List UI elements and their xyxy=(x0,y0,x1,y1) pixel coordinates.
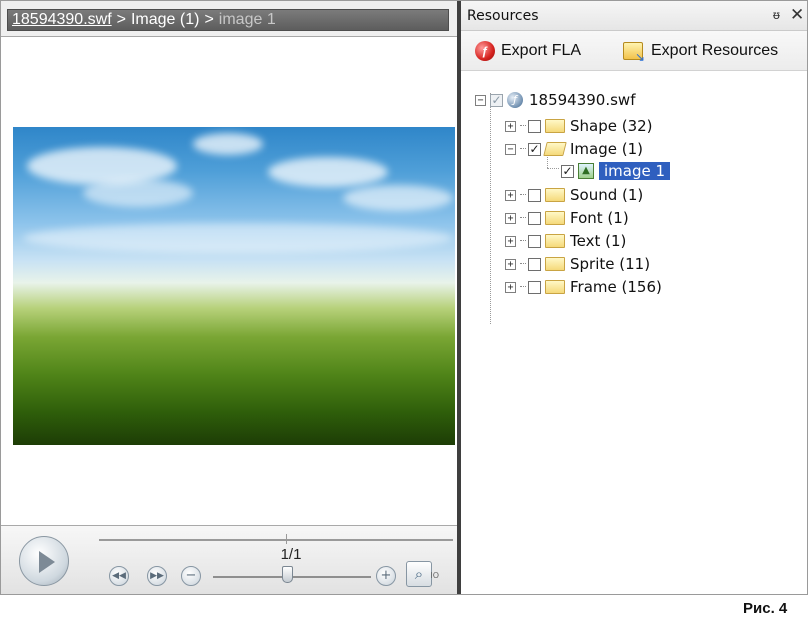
breadcrumb-item-image-folder[interactable]: Image (1) xyxy=(131,11,199,28)
tree-label-selected: image 1 xyxy=(599,162,671,180)
expand-icon[interactable]: + xyxy=(505,258,516,270)
checkbox[interactable] xyxy=(528,234,541,248)
tree-label: Image (1) xyxy=(570,140,643,158)
export-resources-label: Export Resources xyxy=(651,42,779,59)
checkbox[interactable] xyxy=(528,188,541,202)
tree-label: Font (1) xyxy=(570,209,629,227)
resources-toolbar: ƒ Export FLA Export Resources xyxy=(461,31,807,71)
tree-label: Sprite (11) xyxy=(570,255,651,273)
cloud-shape xyxy=(343,185,453,211)
expand-icon[interactable]: + xyxy=(505,235,516,247)
checkbox[interactable] xyxy=(528,280,541,294)
export-fla-button[interactable]: ƒ Export FLA xyxy=(475,39,581,63)
zoom-fit-icon[interactable]: ⌕ IO xyxy=(406,561,439,587)
folder-icon xyxy=(545,119,565,133)
resources-panel: Resources ᵿ ✕ ƒ Export FLA Export Resour… xyxy=(461,1,807,594)
figure-caption: Рис. 4 xyxy=(743,600,788,617)
cloud-shape xyxy=(83,179,193,207)
checkbox[interactable] xyxy=(528,119,541,133)
tree-row-font[interactable]: + Font (1) xyxy=(505,207,629,229)
next-frame-icon[interactable]: ▶▶ xyxy=(147,566,167,586)
tree-connector xyxy=(520,240,526,242)
tree-label: 18594390.swf xyxy=(529,91,636,109)
zoom-slider-thumb[interactable] xyxy=(282,566,293,583)
playback-controls: 1/1 ◀◀ ▶▶ − + ⌕ IO xyxy=(1,525,457,594)
root-checkbox[interactable]: ✓ xyxy=(490,93,503,107)
checkbox[interactable] xyxy=(528,257,541,271)
tree-row-sound[interactable]: + Sound (1) xyxy=(505,184,643,206)
breadcrumb-bar: 18594390.swf > Image (1) > image 1 xyxy=(1,1,457,37)
tree-row-shape[interactable]: + Shape (32) xyxy=(505,115,653,137)
previous-frame-icon[interactable]: ◀◀ xyxy=(109,566,129,586)
export-resources-icon xyxy=(623,42,645,64)
folder-icon xyxy=(545,211,565,225)
breadcrumb: 18594390.swf > Image (1) > image 1 xyxy=(7,9,449,31)
breadcrumb-separator: > xyxy=(116,11,126,28)
checkbox[interactable] xyxy=(528,211,541,225)
tree-connector xyxy=(520,148,526,150)
folder-icon xyxy=(545,280,565,294)
breadcrumb-item-current: image 1 xyxy=(218,11,276,28)
expand-icon[interactable]: + xyxy=(505,281,516,293)
preview-pane: 18594390.swf > Image (1) > image 1 1/1 ◀◀ ▶▶… xyxy=(1,1,457,594)
frame-counter: 1/1 xyxy=(280,546,302,563)
expand-icon[interactable]: + xyxy=(505,212,516,224)
expand-icon[interactable]: + xyxy=(505,189,516,201)
folder-icon xyxy=(545,257,565,271)
folder-icon xyxy=(545,188,565,202)
checkbox-checked[interactable]: ✓ xyxy=(528,142,541,156)
panel-header: Resources ᵿ ✕ xyxy=(461,1,807,31)
tree-connector xyxy=(520,125,526,127)
tree-row-frame[interactable]: + Frame (156) xyxy=(505,276,662,298)
tree-row-text[interactable]: + Text (1) xyxy=(505,230,626,252)
tree-connector xyxy=(520,263,526,265)
flash-export-icon: ƒ xyxy=(475,41,495,61)
tree-label: Frame (156) xyxy=(570,278,662,296)
play-button[interactable] xyxy=(19,536,69,586)
tree-connector xyxy=(520,217,526,219)
tree-connector xyxy=(520,286,526,288)
timeline-track[interactable] xyxy=(99,539,453,541)
export-resources-button[interactable]: Export Resources xyxy=(623,39,779,64)
tree-connector xyxy=(520,194,526,196)
tree-row-image-1[interactable]: ✓ ▲ image 1 xyxy=(561,160,671,182)
breadcrumb-separator: > xyxy=(204,11,214,28)
pin-icon[interactable]: ᵿ xyxy=(773,8,780,22)
export-fla-label: Export FLA xyxy=(501,42,582,59)
open-folder-icon xyxy=(543,142,567,156)
collapse-icon[interactable]: − xyxy=(475,94,486,106)
breadcrumb-item-swf[interactable]: 18594390.swf xyxy=(12,11,112,28)
tree-row-root[interactable]: − ✓ ƒ 18594390.swf xyxy=(475,89,635,111)
zoom-out-icon[interactable]: − xyxy=(181,566,201,586)
resource-tree: − ✓ ƒ 18594390.swf + Shape (32) − ✓ Imag… xyxy=(461,73,807,373)
cloud-shape xyxy=(23,223,453,253)
image-preview-area xyxy=(13,45,455,523)
expand-icon[interactable]: + xyxy=(505,120,516,132)
close-icon[interactable]: ✕ xyxy=(790,5,804,25)
tree-row-sprite[interactable]: + Sprite (11) xyxy=(505,253,650,275)
panel-title: Resources xyxy=(467,8,539,24)
tree-label: Sound (1) xyxy=(570,186,644,204)
folder-icon xyxy=(545,234,565,248)
image-file-icon: ▲ xyxy=(578,163,594,179)
tree-label: Text (1) xyxy=(570,232,627,250)
tree-guide-line xyxy=(490,93,492,324)
tree-row-image-folder[interactable]: − ✓ Image (1) xyxy=(505,138,643,160)
checkbox-checked[interactable]: ✓ xyxy=(561,164,574,178)
cloud-shape xyxy=(268,157,388,187)
tree-label: Shape (32) xyxy=(570,117,653,135)
timeline-marker xyxy=(286,534,287,544)
zoom-in-icon[interactable]: + xyxy=(376,566,396,586)
previewed-image xyxy=(13,127,455,445)
tree-guide-line xyxy=(547,168,559,170)
cloud-shape xyxy=(193,133,263,155)
collapse-icon[interactable]: − xyxy=(505,143,516,155)
swf-file-icon: ƒ xyxy=(507,92,523,108)
screenshot-frame: 18594390.swf > Image (1) > image 1 1/1 ◀◀ ▶▶… xyxy=(0,0,808,595)
